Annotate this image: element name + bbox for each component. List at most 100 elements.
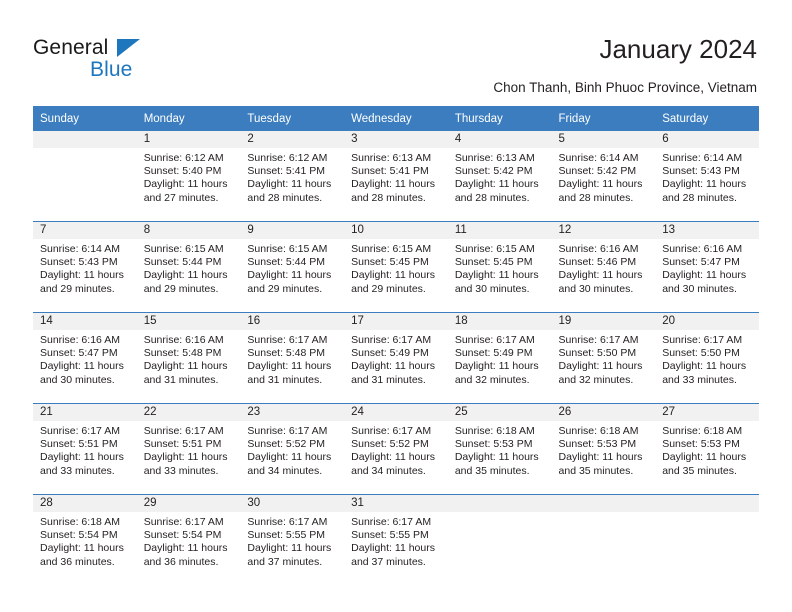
day-number: 13 bbox=[655, 222, 759, 239]
day-sun-info: Sunrise: 6:17 AM Sunset: 5:55 PM Daylight:… bbox=[240, 512, 344, 569]
day-daylight1-text: Daylight: 11 hours bbox=[662, 269, 747, 282]
day-cell-content: 23 Sunrise: 6:17 AM Sunset: 5:52 PM Dayligh… bbox=[240, 404, 345, 494]
calendar-day-cell[interactable]: 18 Sunrise: 6:17 AM Sunset: 5:49 PM Dayligh… bbox=[447, 312, 552, 404]
day-sunrise-text: Sunrise: 6:15 AM bbox=[454, 243, 535, 255]
calendar-day-cell[interactable]: 21 Sunrise: 6:17 AM Sunset: 5:51 PM Dayligh… bbox=[33, 403, 137, 495]
day-number: 31 bbox=[344, 495, 448, 512]
day-daylight2-text: and 30 minutes. bbox=[40, 373, 115, 386]
day-daylight1-text: Daylight: 11 hours bbox=[40, 542, 124, 555]
calendar-day-cell[interactable]: 6 Sunrise: 6:14 AM Sunset: 5:43 PM Daylight… bbox=[655, 131, 759, 222]
day-daylight1-text: Daylight: 11 hours bbox=[351, 451, 435, 464]
day-cell-content bbox=[447, 495, 552, 585]
day-sunset-text: Sunset: 5:42 PM bbox=[454, 165, 533, 178]
calendar-day-cell[interactable]: 13 Sunrise: 6:16 AM Sunset: 5:47 PM Dayligh… bbox=[655, 221, 759, 313]
calendar-day-cell[interactable]: 16 Sunrise: 6:17 AM Sunset: 5:48 PM Dayligh… bbox=[240, 312, 345, 404]
day-sun-info: Sunrise: 6:17 AM Sunset: 5:50 PM Daylight:… bbox=[552, 330, 656, 387]
calendar-day-cell[interactable]: 11 Sunrise: 6:15 AM Sunset: 5:45 PM Dayligh… bbox=[447, 221, 552, 313]
generalblue-logo[interactable]: General Blue bbox=[33, 36, 223, 86]
day-sunset-text: Sunset: 5:47 PM bbox=[662, 256, 740, 269]
calendar-day-cell[interactable]: 9 Sunrise: 6:15 AM Sunset: 5:44 PM Daylight… bbox=[240, 221, 345, 313]
calendar-day-cell[interactable]: 26 Sunrise: 6:18 AM Sunset: 5:53 PM Dayligh… bbox=[551, 403, 656, 495]
day-sunrise-text: Sunrise: 6:17 AM bbox=[558, 334, 639, 346]
day-daylight2-text: and 33 minutes. bbox=[143, 464, 219, 477]
day-sunset-text: Sunset: 5:49 PM bbox=[351, 347, 429, 360]
day-cell-content: 15 Sunrise: 6:16 AM Sunset: 5:48 PM Dayligh… bbox=[136, 313, 241, 403]
day-sunrise-text: Sunrise: 6:15 AM bbox=[143, 243, 224, 255]
calendar-day-cell[interactable]: 25 Sunrise: 6:18 AM Sunset: 5:53 PM Dayligh… bbox=[447, 403, 552, 495]
day-number bbox=[33, 131, 137, 148]
day-daylight2-text: and 35 minutes. bbox=[662, 464, 737, 477]
calendar-day-cell[interactable]: 29 Sunrise: 6:17 AM Sunset: 5:54 PM Dayligh… bbox=[136, 494, 241, 585]
day-sunrise-text: Sunrise: 6:18 AM bbox=[558, 425, 639, 437]
calendar-day-cell[interactable]: 27 Sunrise: 6:18 AM Sunset: 5:53 PM Dayligh… bbox=[655, 403, 759, 495]
day-sunset-text: Sunset: 5:54 PM bbox=[143, 529, 222, 542]
day-number: 11 bbox=[447, 222, 552, 239]
day-sun-info: Sunrise: 6:17 AM Sunset: 5:52 PM Daylight:… bbox=[344, 421, 448, 478]
calendar-day-cell[interactable]: 1 Sunrise: 6:12 AM Sunset: 5:40 PM Daylight… bbox=[136, 131, 241, 222]
day-cell-content bbox=[551, 495, 656, 585]
day-daylight1-text: Daylight: 11 hours bbox=[558, 178, 643, 191]
day-number: 28 bbox=[33, 495, 137, 512]
day-number: 3 bbox=[344, 131, 448, 148]
calendar-day-cell[interactable]: 19 Sunrise: 6:17 AM Sunset: 5:50 PM Dayligh… bbox=[551, 312, 656, 404]
day-sunset-text: Sunset: 5:42 PM bbox=[558, 165, 637, 178]
day-cell-content: 12 Sunrise: 6:16 AM Sunset: 5:46 PM Dayligh… bbox=[551, 222, 656, 312]
calendar-day-cell[interactable]: 15 Sunrise: 6:16 AM Sunset: 5:48 PM Dayligh… bbox=[136, 312, 241, 404]
day-cell-content: 19 Sunrise: 6:17 AM Sunset: 5:50 PM Dayligh… bbox=[551, 313, 656, 403]
calendar-day-cell[interactable]: 4 Sunrise: 6:13 AM Sunset: 5:42 PM Daylight… bbox=[447, 131, 552, 222]
day-number: 6 bbox=[655, 131, 759, 148]
calendar-day-cell[interactable]: 22 Sunrise: 6:17 AM Sunset: 5:51 PM Dayligh… bbox=[136, 403, 241, 495]
day-cell-content: 25 Sunrise: 6:18 AM Sunset: 5:53 PM Dayligh… bbox=[447, 404, 552, 494]
calendar-day-cell[interactable]: 20 Sunrise: 6:17 AM Sunset: 5:50 PM Dayligh… bbox=[655, 312, 759, 404]
day-sun-info: Sunrise: 6:12 AM Sunset: 5:41 PM Daylight:… bbox=[240, 148, 344, 205]
day-sun-info: Sunrise: 6:17 AM Sunset: 5:48 PM Daylight:… bbox=[240, 330, 344, 387]
day-cell-content: 2 Sunrise: 6:12 AM Sunset: 5:41 PM Daylight… bbox=[240, 131, 345, 221]
logo-text-blue: Blue bbox=[90, 58, 133, 81]
day-sunset-text: Sunset: 5:44 PM bbox=[143, 256, 222, 269]
day-number: 24 bbox=[344, 404, 448, 421]
calendar-day-cell[interactable]: 23 Sunrise: 6:17 AM Sunset: 5:52 PM Dayligh… bbox=[240, 403, 345, 495]
day-number: 10 bbox=[344, 222, 448, 239]
calendar-day-cell[interactable]: 31 Sunrise: 6:17 AM Sunset: 5:55 PM Dayligh… bbox=[344, 494, 448, 585]
day-sunset-text: Sunset: 5:48 PM bbox=[143, 347, 222, 360]
calendar-day-cell[interactable]: 7 Sunrise: 6:14 AM Sunset: 5:43 PM Daylight… bbox=[33, 221, 137, 313]
calendar-day-cell[interactable]: 3 Sunrise: 6:13 AM Sunset: 5:41 PM Daylight… bbox=[344, 131, 448, 222]
calendar-day-cell[interactable]: 10 Sunrise: 6:15 AM Sunset: 5:45 PM Dayligh… bbox=[344, 221, 448, 313]
day-cell-content: 7 Sunrise: 6:14 AM Sunset: 5:43 PM Daylight… bbox=[33, 222, 137, 312]
calendar-day-cell[interactable]: 12 Sunrise: 6:16 AM Sunset: 5:46 PM Dayligh… bbox=[551, 221, 656, 313]
day-sunset-text: Sunset: 5:52 PM bbox=[247, 438, 326, 451]
day-daylight2-text: and 34 minutes. bbox=[351, 464, 426, 477]
day-sunrise-text: Sunrise: 6:12 AM bbox=[143, 152, 224, 164]
day-cell-content: 20 Sunrise: 6:17 AM Sunset: 5:50 PM Dayligh… bbox=[655, 313, 759, 403]
day-daylight2-text: and 37 minutes. bbox=[247, 555, 323, 568]
day-sunset-text: Sunset: 5:45 PM bbox=[454, 256, 533, 269]
day-sunrise-text: Sunrise: 6:17 AM bbox=[247, 516, 328, 528]
day-sun-info: Sunrise: 6:17 AM Sunset: 5:54 PM Daylight:… bbox=[137, 512, 241, 569]
day-daylight2-text: and 33 minutes. bbox=[662, 373, 737, 386]
calendar-day-cell[interactable]: 17 Sunrise: 6:17 AM Sunset: 5:49 PM Dayligh… bbox=[344, 312, 448, 404]
day-sunset-text: Sunset: 5:43 PM bbox=[662, 165, 740, 178]
calendar-day-cell[interactable]: 5 Sunrise: 6:14 AM Sunset: 5:42 PM Daylight… bbox=[551, 131, 656, 222]
day-cell-content bbox=[33, 131, 137, 221]
day-sun-info: Sunrise: 6:17 AM Sunset: 5:51 PM Daylight:… bbox=[137, 421, 241, 478]
day-sun-info: Sunrise: 6:15 AM Sunset: 5:45 PM Daylight:… bbox=[448, 239, 552, 296]
day-sunset-text: Sunset: 5:47 PM bbox=[40, 347, 118, 360]
day-number bbox=[447, 495, 552, 512]
calendar-day-cell[interactable]: 30 Sunrise: 6:17 AM Sunset: 5:55 PM Dayligh… bbox=[240, 494, 345, 585]
calendar-header-row: Sunday Monday Tuesday Wednesday Thursday Frid… bbox=[33, 106, 759, 131]
calendar-day-cell[interactable]: 14 Sunrise: 6:16 AM Sunset: 5:47 PM Dayligh… bbox=[33, 312, 137, 404]
calendar-body: 1 Sunrise: 6:12 AM Sunset: 5:40 PM Daylight… bbox=[33, 131, 759, 585]
calendar-day-cell[interactable]: 8 Sunrise: 6:15 AM Sunset: 5:44 PM Daylight… bbox=[136, 221, 241, 313]
day-cell-content: 11 Sunrise: 6:15 AM Sunset: 5:45 PM Dayligh… bbox=[447, 222, 552, 312]
calendar-day-cell[interactable]: 24 Sunrise: 6:17 AM Sunset: 5:52 PM Dayligh… bbox=[344, 403, 448, 495]
day-number: 17 bbox=[344, 313, 448, 330]
day-sun-info: Sunrise: 6:17 AM Sunset: 5:51 PM Daylight:… bbox=[33, 421, 137, 478]
calendar-day-cell[interactable]: 2 Sunrise: 6:12 AM Sunset: 5:41 PM Daylight… bbox=[240, 131, 345, 222]
day-cell-content: 10 Sunrise: 6:15 AM Sunset: 5:45 PM Dayligh… bbox=[344, 222, 448, 312]
day-daylight1-text: Daylight: 11 hours bbox=[143, 360, 228, 373]
calendar-day-cell[interactable]: 28 Sunrise: 6:18 AM Sunset: 5:54 PM Dayligh… bbox=[33, 494, 137, 585]
day-sunset-text: Sunset: 5:48 PM bbox=[247, 347, 326, 360]
day-sunset-text: Sunset: 5:52 PM bbox=[351, 438, 429, 451]
triangle-icon bbox=[117, 39, 140, 57]
calendar-week-row: 21 Sunrise: 6:17 AM Sunset: 5:51 PM Dayligh… bbox=[33, 403, 759, 495]
